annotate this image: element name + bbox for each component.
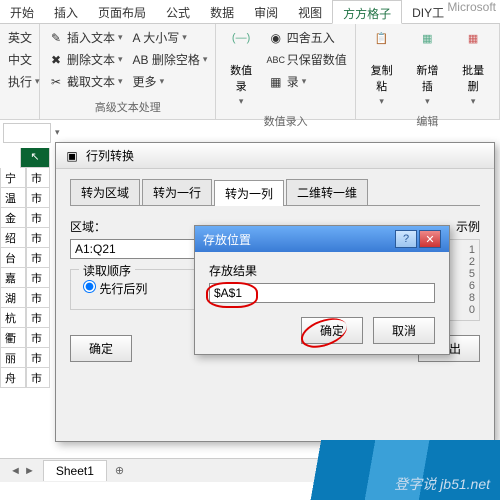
tab-review[interactable]: 审阅 bbox=[244, 0, 288, 23]
help-button[interactable]: ? bbox=[395, 230, 417, 248]
dialog-location: 存放位置 ? ✕ 存放结果 确定 取消 bbox=[194, 225, 450, 355]
trim-btn[interactable]: AB 删除空格 ▾ bbox=[131, 50, 210, 69]
tab-layout[interactable]: 页面布局 bbox=[88, 0, 156, 23]
group-edit-label: 编辑 bbox=[362, 111, 493, 129]
delete-text[interactable]: ✖删除文本 ▾ bbox=[46, 50, 125, 69]
ribbon-body: 英文 中文 执行 ▾ ✎插入文本 ▾ ✖删除文本 ▾ ✂截取文本 ▾ A 大小写… bbox=[0, 24, 500, 120]
sheet-tab-1[interactable]: Sheet1 bbox=[43, 460, 107, 481]
region-input[interactable] bbox=[70, 239, 200, 259]
round-btn[interactable]: ◉四舍五入 bbox=[266, 28, 349, 47]
grid-icon: ▦ bbox=[459, 32, 487, 60]
watermark: 登字说 jb51.net bbox=[240, 440, 500, 500]
cell-b[interactable]: 市 bbox=[26, 228, 50, 248]
delete-icon: ✖ bbox=[48, 52, 64, 68]
cell-a[interactable]: 温 bbox=[0, 188, 26, 208]
extract-text[interactable]: ✂截取文本 ▾ bbox=[46, 72, 125, 91]
more-btn[interactable]: 更多 ▾ bbox=[131, 72, 210, 91]
sheet-nav[interactable]: ◄ ► bbox=[10, 465, 35, 477]
cell-b[interactable]: 市 bbox=[26, 328, 50, 348]
tab-to-col[interactable]: 转为一列 bbox=[214, 180, 284, 206]
case-btn[interactable]: A 大小写 ▾ bbox=[131, 28, 210, 47]
cell-b[interactable]: 市 bbox=[26, 208, 50, 228]
grid-rows[interactable]: 宁 温 金 绍 台 嘉 湖 杭 衢 丽 舟 市 市 市 市 市 市 市 市 市 … bbox=[0, 168, 50, 388]
cell-a[interactable]: 绍 bbox=[0, 228, 26, 248]
add-insert-big[interactable]: ▦新增插▾ bbox=[408, 28, 448, 111]
dlg1-tabs: 转为区域 转为一行 转为一列 二维转一维 bbox=[70, 179, 480, 206]
add-icon: ▦ bbox=[413, 32, 441, 60]
ribbon-tabs: 开始 插入 页面布局 公式 数据 审阅 视图 方方格子 DIY工 bbox=[0, 0, 500, 24]
batch-del-big[interactable]: ▦批量删▾ bbox=[453, 28, 493, 111]
tab-2d-1d[interactable]: 二维转一维 bbox=[286, 179, 368, 205]
dlg1-ok-button[interactable]: 确定 bbox=[70, 335, 132, 362]
cell-a[interactable]: 衢 bbox=[0, 328, 26, 348]
cell-b[interactable]: 市 bbox=[26, 268, 50, 288]
app-title: Microsoft bbox=[447, 0, 496, 14]
app-icon: ▣ bbox=[64, 148, 80, 164]
group-text-label: 高级文本处理 bbox=[46, 97, 209, 115]
cell-a[interactable]: 丽 bbox=[0, 348, 26, 368]
order-legend: 读取顺序 bbox=[79, 262, 135, 279]
cell-a[interactable]: 舟 bbox=[0, 368, 26, 388]
close-button[interactable]: ✕ bbox=[419, 230, 441, 248]
paste-icon: 📋 bbox=[368, 32, 396, 60]
insert-icon: ✎ bbox=[48, 30, 64, 46]
cell-b[interactable]: 市 bbox=[26, 308, 50, 328]
radio-row-first-input[interactable] bbox=[83, 280, 96, 293]
entry-btn[interactable]: ▦录 ▾ bbox=[266, 72, 349, 91]
lang-cn[interactable]: 中文 bbox=[6, 50, 33, 69]
add-sheet-icon[interactable]: ⊕ bbox=[115, 464, 124, 477]
tab-insert[interactable]: 插入 bbox=[44, 0, 88, 23]
cut-icon: ✂ bbox=[48, 74, 64, 90]
tab-formula[interactable]: 公式 bbox=[156, 0, 200, 23]
exec[interactable]: 执行 ▾ bbox=[6, 72, 33, 91]
cell-b[interactable]: 市 bbox=[26, 168, 50, 188]
result-input[interactable] bbox=[209, 283, 435, 303]
cell-a[interactable]: 嘉 bbox=[0, 268, 26, 288]
brackets-icon: (—) bbox=[227, 32, 255, 60]
insert-text[interactable]: ✎插入文本 ▾ bbox=[46, 28, 125, 47]
tab-to-region[interactable]: 转为区域 bbox=[70, 179, 140, 205]
cell-b[interactable]: 市 bbox=[26, 248, 50, 268]
tab-view[interactable]: 视图 bbox=[288, 0, 332, 23]
copy-paste-big[interactable]: 📋复制粘▾ bbox=[362, 28, 402, 111]
cell-b[interactable]: 市 bbox=[26, 188, 50, 208]
namebox-dropdown-icon[interactable]: ▾ bbox=[51, 123, 64, 143]
round-icon: ◉ bbox=[268, 30, 284, 46]
num-entry-big[interactable]: (—) 数值录▾ bbox=[222, 28, 259, 111]
name-box[interactable] bbox=[3, 123, 51, 143]
lang-en[interactable]: 英文 bbox=[6, 28, 33, 47]
cell-a[interactable]: 台 bbox=[0, 248, 26, 268]
dlg2-cancel-button[interactable]: 取消 bbox=[373, 317, 435, 344]
cell-b[interactable]: 市 bbox=[26, 368, 50, 388]
worksheet-grid[interactable]: ↖ bbox=[0, 148, 50, 168]
keep-num-btn[interactable]: ABC只保留数值 bbox=[266, 50, 349, 69]
dlg2-ok-button[interactable]: 确定 bbox=[301, 317, 363, 344]
dialog-rowcol-title[interactable]: ▣ 行列转换 bbox=[56, 143, 494, 169]
cell-a[interactable]: 杭 bbox=[0, 308, 26, 328]
entry-icon: ▦ bbox=[268, 74, 284, 90]
tab-home[interactable]: 开始 bbox=[0, 0, 44, 23]
cell-a[interactable]: 金 bbox=[0, 208, 26, 228]
abc-icon: ABC bbox=[268, 52, 284, 68]
cell-b[interactable]: 市 bbox=[26, 348, 50, 368]
dialog-location-title[interactable]: 存放位置 ? ✕ bbox=[195, 226, 449, 252]
cell-a[interactable]: 湖 bbox=[0, 288, 26, 308]
cursor-icon: ↖ bbox=[20, 148, 50, 168]
tab-fangfang[interactable]: 方方格子 bbox=[332, 0, 402, 24]
radio-row-first[interactable]: 先行后列 bbox=[83, 282, 147, 296]
cell-a[interactable]: 宁 bbox=[0, 168, 26, 188]
cell-b[interactable]: 市 bbox=[26, 288, 50, 308]
result-label: 存放结果 bbox=[209, 262, 435, 279]
group-num-label: 数值录入 bbox=[222, 111, 348, 129]
tab-to-row[interactable]: 转为一行 bbox=[142, 179, 212, 205]
tab-data[interactable]: 数据 bbox=[200, 0, 244, 23]
